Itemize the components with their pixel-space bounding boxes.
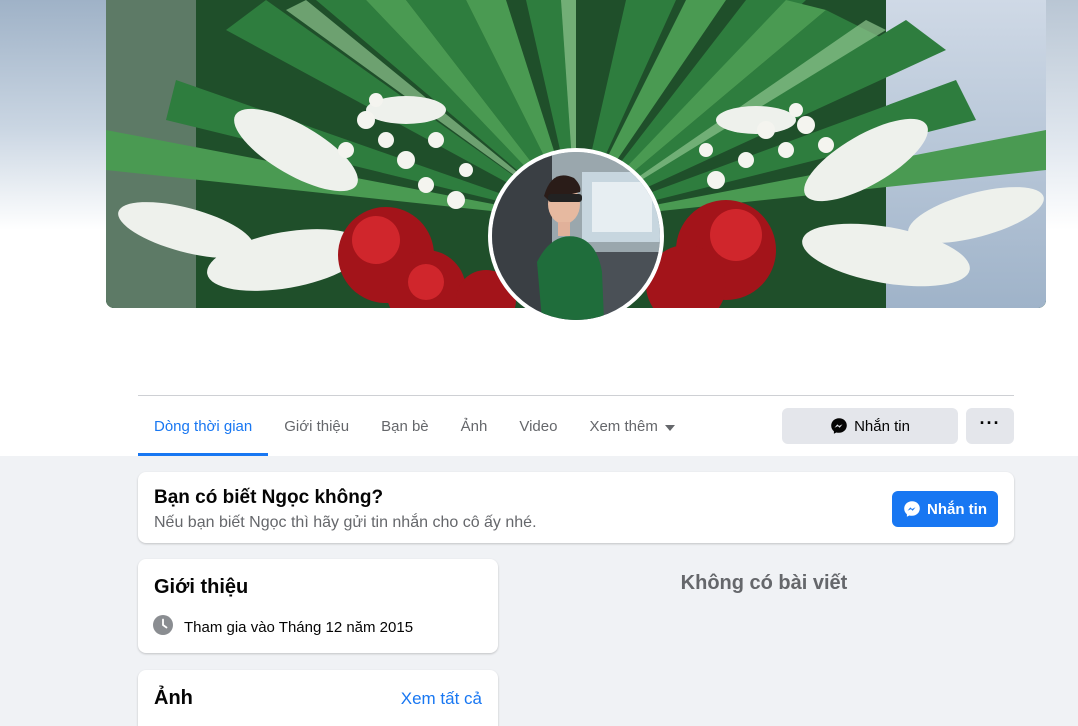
profile-picture[interactable] [488,148,664,324]
know-person-card: Bạn có biết Ngọc không? Nếu bạn biết Ngọ… [138,472,1014,543]
send-message-button[interactable]: Nhắn tin [892,491,998,527]
no-posts-text: Không có bài viết [680,572,848,594]
tab-videos[interactable]: Video [503,397,573,456]
tab-label: Giới thiệu [284,418,350,435]
tab-about[interactable]: Giới thiệu [268,397,365,456]
tab-friends[interactable]: Bạn bè [365,397,445,456]
photos-title: Ảnh [154,687,193,709]
know-card-subtitle: Nếu bạn biết Ngọc thì hãy gửi tin nhắn c… [154,514,537,531]
profile-tabs: Dòng thời gian Giới thiệu Bạn bè Ảnh Vid… [138,397,691,456]
message-button[interactable]: Nhắn tin [782,408,958,444]
photos-card: Ảnh Xem tất cả [138,670,498,726]
know-card-title: Bạn có biết Ngọc không? [154,487,384,508]
message-button-label: Nhắn tin [854,417,910,435]
tab-label: Xem thêm [589,418,658,435]
intro-card: Giới thiệu Tham gia vào Tháng 12 năm 201… [138,559,498,653]
tab-more[interactable]: Xem thêm [573,397,690,456]
send-message-label: Nhắn tin [927,500,987,518]
clock-icon [153,615,173,640]
more-options-button[interactable]: ··· [966,408,1014,444]
messenger-icon [830,417,848,435]
joined-text: Tham gia vào Tháng 12 năm 2015 [184,619,414,636]
see-all-photos-link[interactable]: Xem tất cả [401,689,482,709]
tab-timeline[interactable]: Dòng thời gian [138,397,269,456]
intro-title: Giới thiệu [154,576,249,598]
background-fade-right [1046,0,1078,230]
messenger-icon [903,500,921,518]
tab-label: Dòng thời gian [154,418,253,435]
tab-label: Video [519,418,558,435]
more-dots-icon: ··· [979,412,1001,433]
caret-down-icon [664,424,675,431]
tab-photos[interactable]: Ảnh [445,397,504,456]
joined-row: Tham gia vào Tháng 12 năm 2015 [153,615,413,640]
background-fade-left [0,0,106,230]
tab-label: Ảnh [460,418,488,435]
header-divider [138,395,1014,396]
tab-label: Bạn bè [381,418,429,435]
